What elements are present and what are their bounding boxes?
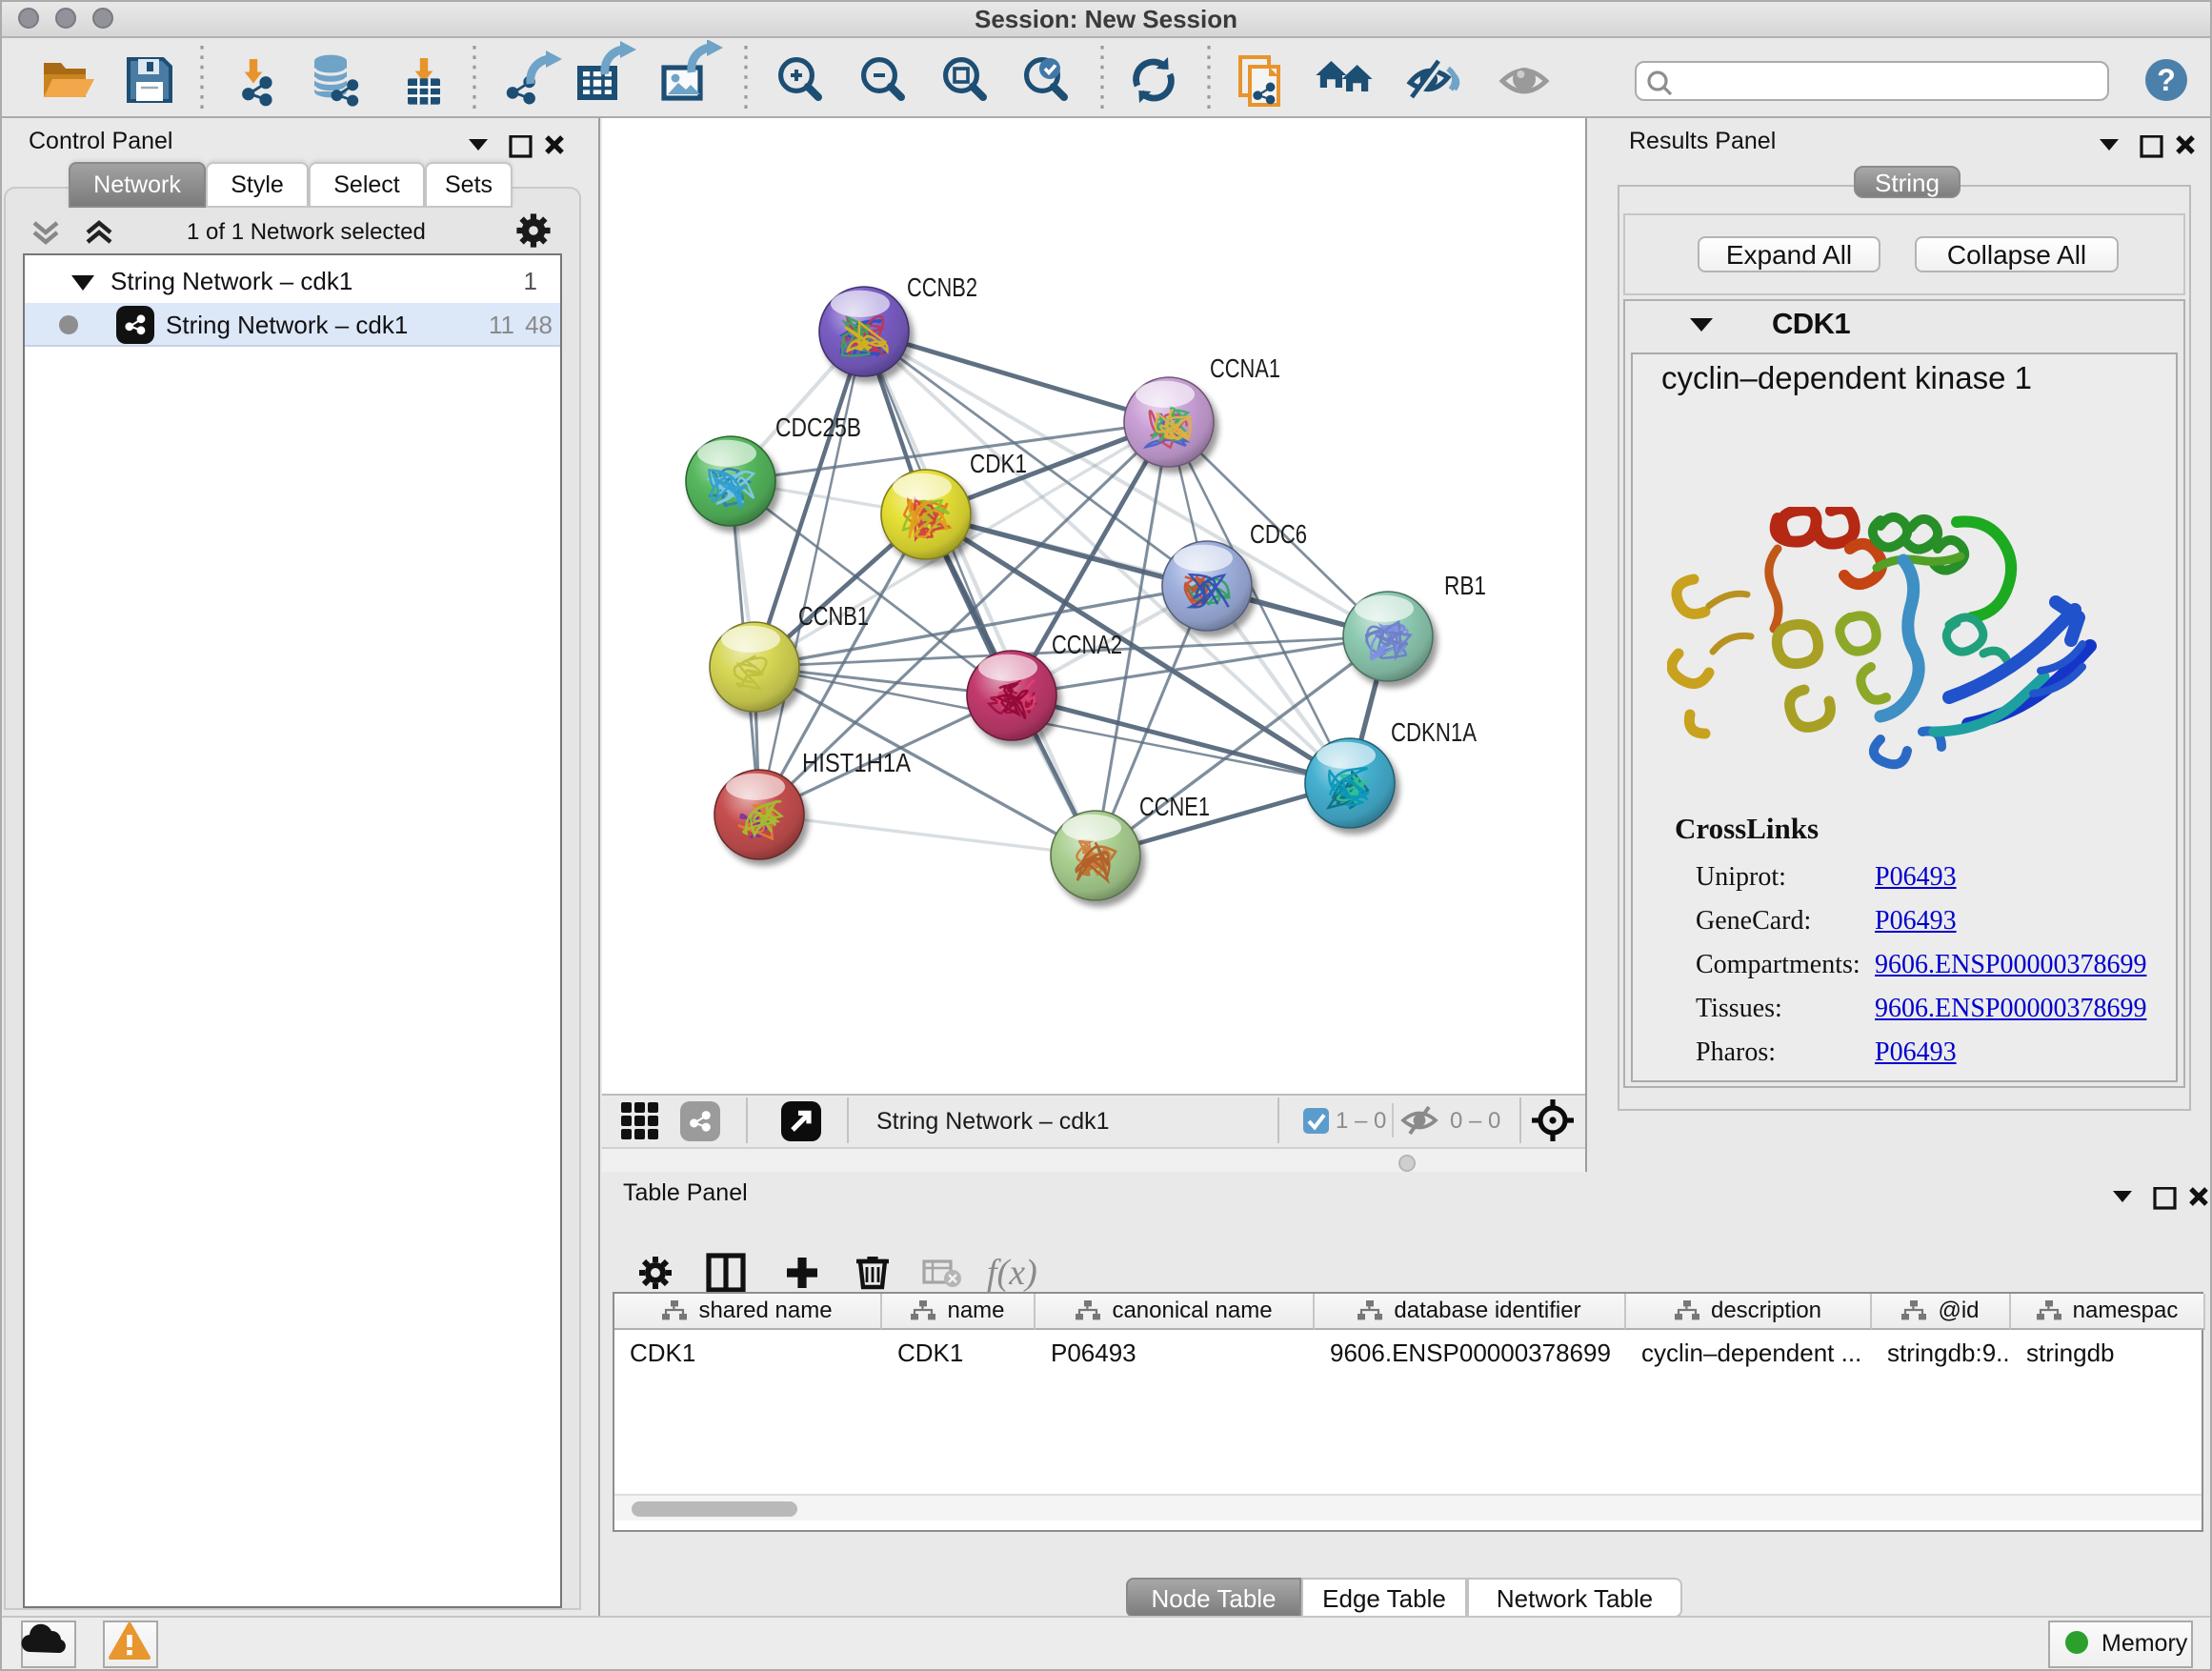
svg-text:CDC25B: CDC25B [775, 413, 861, 442]
svg-text:CDK1: CDK1 [970, 449, 1027, 478]
svg-text:String Network – cdk1: String Network – cdk1 [876, 1108, 1110, 1135]
svg-text:Memory: Memory [2101, 1630, 2188, 1657]
svg-text:CCNB2: CCNB2 [907, 272, 977, 302]
svg-text:CCNB1: CCNB1 [798, 601, 869, 631]
svg-text:CDC6: CDC6 [1250, 519, 1307, 549]
svg-text:CCNE1: CCNE1 [1139, 792, 1210, 821]
svg-text:HIST1H1A: HIST1H1A [802, 748, 911, 777]
svg-text:0 – 0: 0 – 0 [1450, 1108, 1500, 1134]
svg-text:RB1: RB1 [1444, 571, 1486, 600]
svg-text:1 – 0: 1 – 0 [1336, 1108, 1386, 1134]
svg-text:CCNA2: CCNA2 [1052, 630, 1122, 659]
svg-text:CCNA1: CCNA1 [1210, 353, 1280, 383]
svg-text:CDKN1A: CDKN1A [1391, 717, 1477, 747]
svg-text:f(x): f(x) [987, 1253, 1037, 1293]
svg-text:?: ? [2157, 63, 2176, 97]
